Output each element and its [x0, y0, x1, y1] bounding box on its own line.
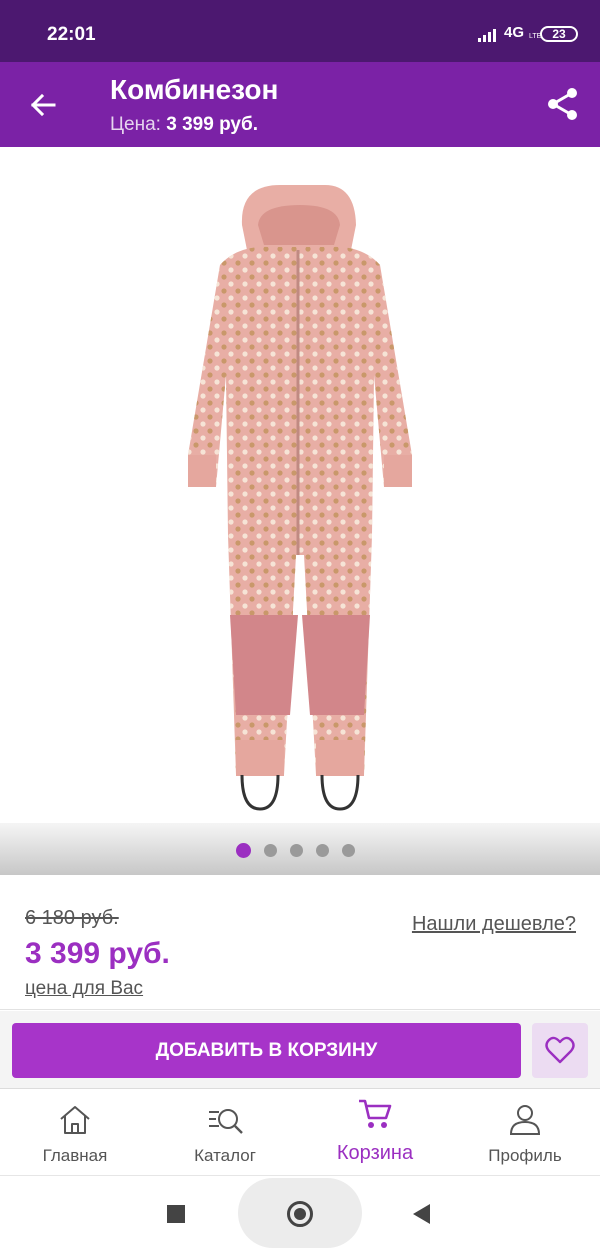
nav-cart[interactable]: Корзина [300, 1090, 450, 1176]
pagination-dot-5[interactable] [342, 844, 355, 857]
nav-home[interactable]: Главная [0, 1090, 150, 1176]
favorite-button[interactable] [532, 1023, 588, 1078]
nav-cart-label: Корзина [336, 1142, 414, 1164]
heart-icon [545, 1036, 575, 1064]
system-nav-bar [0, 1177, 600, 1248]
share-icon[interactable] [545, 86, 581, 122]
header-price-label: Цена: [110, 114, 161, 135]
action-bar: ДОБАВИТЬ В КОРЗИНУ [0, 1011, 600, 1089]
system-back-icon[interactable] [413, 1204, 430, 1224]
profile-icon [509, 1105, 541, 1135]
add-to-cart-button[interactable]: ДОБАВИТЬ В КОРЗИНУ [12, 1023, 521, 1078]
current-price: 3 399 руб. [25, 937, 170, 970]
network-type: 4G [504, 24, 525, 41]
battery-icon: 23 [540, 26, 578, 42]
price-block: 6 180 руб. 3 399 руб. цена для Вас Нашли… [0, 875, 600, 1010]
nav-home-label: Главная [42, 1146, 108, 1165]
status-bar: 22:01 4G LTE 23 [0, 0, 600, 62]
header-price: Цена: 3 399 руб. [110, 114, 258, 136]
old-price: 6 180 руб. [25, 907, 119, 929]
home-icon [60, 1106, 90, 1134]
app-bar: Комбинезон Цена: 3 399 руб. [0, 62, 600, 147]
pagination-dot-3[interactable] [290, 844, 303, 857]
nav-profile-label: Профиль [488, 1146, 562, 1165]
pagination-dot-1[interactable] [236, 843, 251, 858]
nav-catalog-label: Каталог [194, 1146, 256, 1165]
found-cheaper-link[interactable]: Нашли дешевле? [412, 913, 576, 936]
status-time: 22:01 [47, 24, 96, 45]
header-price-value: 3 399 руб. [166, 114, 259, 135]
catalog-search-icon [209, 1109, 243, 1134]
page-title: Комбинезон [110, 74, 279, 105]
nav-profile[interactable]: Профиль [450, 1090, 600, 1176]
cart-icon [359, 1099, 392, 1128]
product-gallery[interactable] [0, 147, 600, 875]
bottom-nav: Главная Каталог Корзина Профиль [0, 1090, 600, 1176]
nav-catalog[interactable]: Каталог [150, 1090, 300, 1176]
gallery-pagination [236, 843, 355, 858]
recents-icon[interactable] [167, 1205, 185, 1223]
product-image[interactable] [150, 175, 450, 815]
back-arrow-icon[interactable] [26, 88, 60, 122]
pagination-dot-4[interactable] [316, 844, 329, 857]
pagination-dot-2[interactable] [264, 844, 277, 857]
price-for-you-link[interactable]: цена для Вас [25, 978, 143, 1000]
system-home-icon[interactable] [287, 1201, 313, 1227]
signal-icon [478, 29, 496, 42]
